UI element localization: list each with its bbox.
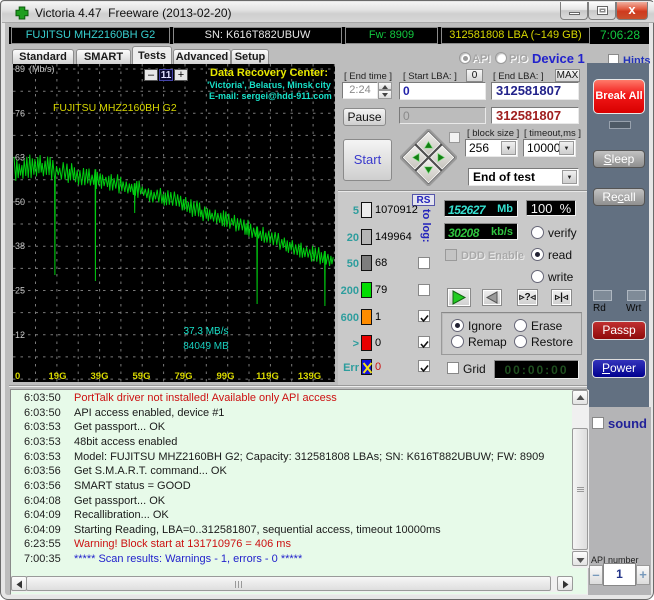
svg-text:119G: 119G <box>256 371 279 382</box>
svg-text:89: 89 <box>15 64 25 74</box>
svg-text:25: 25 <box>15 286 25 296</box>
svg-text:12: 12 <box>15 330 25 340</box>
svg-text:0: 0 <box>15 371 20 382</box>
svg-text:50: 50 <box>15 197 25 207</box>
svg-text:99G: 99G <box>217 371 235 382</box>
svg-text:38: 38 <box>15 241 25 251</box>
svg-text:19G: 19G <box>49 371 67 382</box>
svg-text:59G: 59G <box>133 371 151 382</box>
svg-text:76: 76 <box>15 108 25 118</box>
svg-text:139G: 139G <box>298 371 321 382</box>
svg-text:39G: 39G <box>91 371 109 382</box>
svg-text:79G: 79G <box>175 371 193 382</box>
svg-text:(Mb/s): (Mb/s) <box>29 64 55 74</box>
